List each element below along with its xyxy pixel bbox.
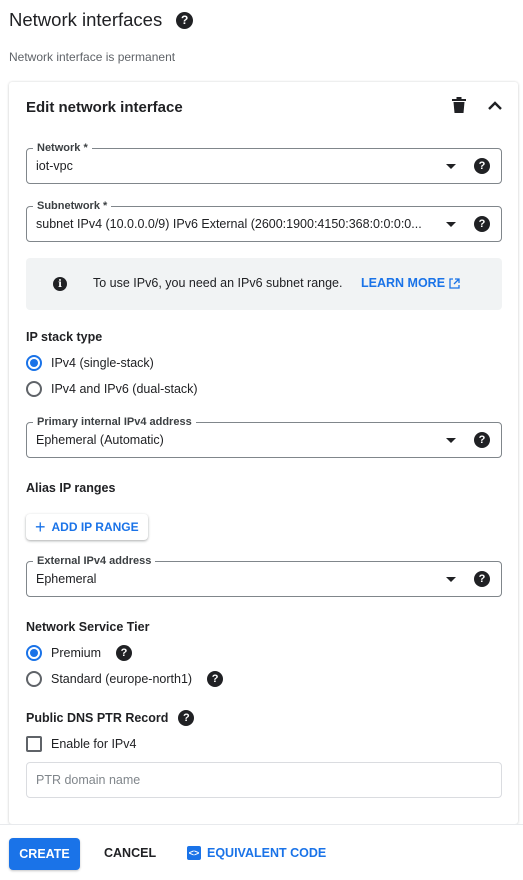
radio-checked-icon (26, 355, 42, 371)
add-ip-range-button[interactable]: + ADD IP RANGE (26, 514, 148, 540)
radio-premium[interactable]: Premium ? (26, 645, 133, 661)
primary-ipv4-value: Ephemeral (Automatic) (36, 433, 164, 447)
edit-network-interface-card: Edit network interface Network * iot-vpc… (9, 82, 518, 824)
create-button[interactable]: CREATE (9, 838, 80, 870)
checkbox-label: Enable for IPv4 (51, 737, 137, 751)
help-icon[interactable]: ? (474, 158, 490, 174)
dns-ptr-label-text: Public DNS PTR Record (26, 711, 169, 725)
radio-ipv4-single[interactable]: IPv4 (single-stack) (26, 355, 154, 371)
plus-icon: + (35, 517, 46, 537)
primary-ipv4-select[interactable]: Primary internal IPv4 address Ephemeral … (26, 415, 502, 458)
enable-ipv4-checkbox[interactable]: Enable for IPv4 (26, 736, 136, 752)
card-actions (448, 94, 506, 116)
radio-unchecked-icon (26, 381, 42, 397)
dns-ptr-label: Public DNS PTR Record ? (26, 710, 195, 726)
help-icon[interactable]: ? (474, 216, 490, 232)
external-ipv4-value: Ephemeral (36, 572, 97, 586)
page-title: Network interfaces ? (9, 9, 194, 31)
radio-label: IPv4 and IPv6 (dual-stack) (51, 382, 198, 396)
equivalent-code-button[interactable]: <> EQUIVALENT CODE (187, 846, 326, 860)
radio-label: Premium (51, 646, 102, 660)
network-value: iot-vpc (36, 159, 73, 173)
radio-ipv4-ipv6-dual[interactable]: IPv4 and IPv6 (dual-stack) (26, 381, 198, 397)
help-icon[interactable]: ? (474, 432, 490, 448)
external-link-icon (449, 277, 460, 289)
dropdown-arrow-icon (446, 438, 456, 443)
footer: CREATE CANCEL <> EQUIVALENT CODE (0, 824, 523, 880)
help-icon[interactable]: ? (116, 645, 133, 661)
add-ip-range-label: ADD IP RANGE (51, 520, 139, 534)
info-icon: i (53, 277, 67, 291)
network-select[interactable]: Network * iot-vpc ? (26, 141, 502, 184)
equivalent-code-label: EQUIVALENT CODE (207, 846, 327, 860)
cancel-button[interactable]: CANCEL (104, 846, 156, 860)
primary-ipv4-label: Primary internal IPv4 address (33, 415, 196, 429)
dropdown-arrow-icon (446, 577, 456, 582)
card-title: Edit network interface (26, 99, 183, 116)
dropdown-arrow-icon (446, 164, 456, 169)
radio-checked-icon (26, 645, 42, 661)
help-icon[interactable]: ? (474, 571, 490, 587)
checkbox-unchecked-icon (26, 736, 42, 752)
tier-label: Network Service Tier (26, 620, 150, 634)
ip-stack-label: IP stack type (26, 330, 103, 344)
delete-icon[interactable] (448, 94, 470, 116)
page-title-text: Network interfaces (9, 9, 163, 30)
page-subtitle: Network interface is permanent (9, 50, 176, 64)
info-text: To use IPv6, you need an IPv6 subnet ran… (93, 276, 343, 290)
code-icon: <> (187, 846, 201, 860)
learn-more-label: LEARN MORE (361, 276, 446, 290)
dropdown-arrow-icon (446, 222, 456, 227)
help-icon[interactable]: ? (207, 671, 224, 687)
external-ipv4-select[interactable]: External IPv4 address Ephemeral ? (26, 554, 502, 597)
help-icon[interactable]: ? (178, 710, 195, 726)
learn-more-link[interactable]: LEARN MORE (361, 276, 460, 290)
radio-unchecked-icon (26, 671, 42, 687)
radio-label: IPv4 (single-stack) (51, 356, 154, 370)
ptr-domain-input[interactable] (26, 762, 502, 798)
alias-ip-label: Alias IP ranges (26, 481, 116, 495)
subnetwork-label: Subnetwork * (33, 199, 112, 213)
subnetwork-select[interactable]: Subnetwork * subnet IPv4 (10.0.0.0/9) IP… (26, 199, 502, 242)
external-ipv4-label: External IPv4 address (33, 554, 156, 568)
subnetwork-value: subnet IPv4 (10.0.0.0/9) IPv6 External (… (36, 217, 422, 231)
radio-standard[interactable]: Standard (europe-north1) ? (26, 671, 224, 687)
chevron-up-icon[interactable] (484, 94, 506, 116)
network-label: Network * (33, 141, 92, 155)
radio-label: Standard (europe-north1) (51, 672, 193, 686)
help-icon[interactable]: ? (176, 11, 194, 29)
ipv6-info-box: i To use IPv6, you need an IPv6 subnet r… (26, 258, 502, 310)
